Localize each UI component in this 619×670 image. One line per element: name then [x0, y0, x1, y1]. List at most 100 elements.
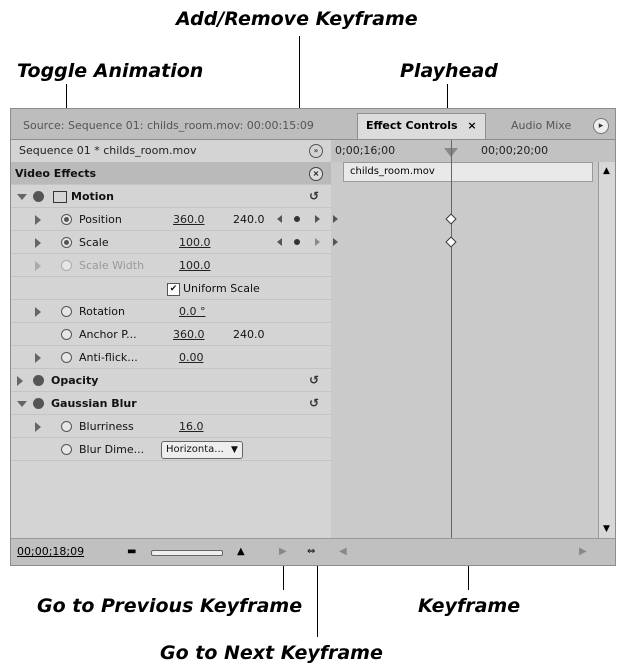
chevron-right-icon[interactable]	[35, 307, 41, 317]
chevron-right-icon[interactable]	[35, 215, 41, 225]
blurriness-label: Blurriness	[79, 420, 134, 433]
anchor-point-label: Anchor P...	[79, 328, 137, 341]
reset-icon[interactable]: ↺	[309, 397, 321, 409]
chevron-right-icon[interactable]	[35, 422, 41, 432]
scale-label: Scale	[79, 236, 109, 249]
blur-dimensions-value: Horizonta...	[166, 444, 224, 455]
clip-bar: childs_room.mov	[343, 162, 593, 182]
chevron-down-icon[interactable]	[17, 401, 27, 407]
blurriness-row: Blurriness 16.0	[11, 415, 331, 438]
add-remove-keyframe-icon[interactable]	[294, 239, 300, 245]
zoom-slider[interactable]	[151, 550, 223, 556]
ruler-start-time: 0;00;16;00	[335, 144, 396, 157]
scroll-left-icon[interactable]: ◀	[339, 539, 347, 565]
in-point-icon	[333, 215, 338, 223]
video-effects-label: Video Effects	[15, 167, 97, 180]
callout-go-next-keyframe: Go to Next Keyframe	[160, 642, 383, 664]
show-hide-timeline-icon[interactable]: »	[309, 144, 323, 158]
timecode-display[interactable]: 00;00;18;09	[17, 539, 84, 565]
fx-toggle-icon[interactable]	[33, 398, 44, 409]
scale-width-value: 100.0	[179, 259, 211, 272]
sequence-label: Sequence 01 * childs_room.mov	[19, 144, 197, 157]
scroll-up-icon[interactable]: ▲	[603, 166, 610, 176]
blur-dimensions-row: Blur Dime... Horizonta... ▼	[11, 438, 331, 461]
position-x-value[interactable]: 360.0	[173, 208, 205, 231]
tab-source[interactable]: Source: Sequence 01: childs_room.mov: 00…	[23, 115, 314, 137]
gaussian-blur-label: Gaussian Blur	[51, 397, 137, 410]
tab-audio-mixer[interactable]: Audio Mixe	[511, 115, 571, 137]
rotation-value[interactable]: 0.0 °	[179, 300, 206, 323]
chevron-right-icon[interactable]	[35, 353, 41, 363]
chevron-right-icon[interactable]	[35, 238, 41, 248]
stopwatch-icon[interactable]	[61, 237, 72, 248]
stopwatch-icon	[61, 260, 72, 271]
motion-row[interactable]: Motion ↺	[11, 185, 331, 208]
callout-toggle-animation: Toggle Animation	[17, 60, 204, 82]
blurriness-value[interactable]: 16.0	[179, 415, 204, 438]
anchor-y-value[interactable]: 240.0	[233, 323, 265, 346]
zoom-out-icon[interactable]: ▬	[127, 539, 136, 565]
tab-effect-controls-label: Effect Controls	[366, 119, 458, 132]
opacity-row[interactable]: Opacity ↺	[11, 369, 331, 392]
uniform-scale-row: ✔ Uniform Scale	[11, 277, 331, 300]
keyframe-icon[interactable]	[445, 213, 457, 225]
scale-value[interactable]: 100.0	[179, 231, 211, 254]
time-ruler[interactable]: 0;00;16;00 00;00;20;00	[331, 140, 615, 162]
reset-icon[interactable]: ↺	[309, 190, 321, 202]
keyframe-icon[interactable]	[445, 236, 457, 248]
in-point-icon	[333, 238, 338, 246]
stopwatch-icon[interactable]	[61, 306, 72, 317]
chevron-right-icon[interactable]	[17, 376, 23, 386]
panel-menu-icon[interactable]: ▸	[593, 118, 609, 134]
clip-name: childs_room.mov	[350, 166, 435, 177]
effect-controls-panel: Source: Sequence 01: childs_room.mov: 00…	[10, 108, 616, 566]
fx-toggle-icon[interactable]	[33, 191, 44, 202]
tab-bar: Source: Sequence 01: childs_room.mov: 00…	[11, 109, 615, 140]
go-next-keyframe-icon[interactable]	[315, 238, 320, 246]
go-next-keyframe-icon[interactable]	[315, 215, 320, 223]
go-prev-keyframe-icon[interactable]	[277, 238, 282, 246]
anchor-point-row: Anchor P... 360.0 240.0	[11, 323, 331, 346]
reset-icon[interactable]: ↺	[309, 374, 321, 386]
scroll-down-icon[interactable]: ▼	[603, 524, 610, 534]
effects-menu-icon[interactable]: ×	[309, 167, 323, 181]
motion-transform-icon	[53, 191, 67, 203]
chevron-down-icon[interactable]	[17, 194, 27, 200]
anti-flicker-label: Anti-flick...	[79, 351, 138, 364]
motion-label: Motion	[71, 190, 114, 203]
gaussian-blur-row[interactable]: Gaussian Blur ↺	[11, 392, 331, 415]
fx-toggle-icon[interactable]	[33, 375, 44, 386]
tab-effect-controls[interactable]: Effect Controls ×	[357, 113, 486, 139]
add-remove-keyframe-icon[interactable]	[294, 216, 300, 222]
stopwatch-icon[interactable]	[61, 421, 72, 432]
anchor-x-value[interactable]: 360.0	[173, 323, 205, 346]
scroll-right-icon[interactable]: ▶	[579, 539, 587, 565]
loop-audio-icon[interactable]: ⇔	[307, 539, 315, 565]
blur-dimensions-label: Blur Dime...	[79, 443, 145, 456]
rotation-row: Rotation 0.0 °	[11, 300, 331, 323]
position-label: Position	[79, 213, 122, 226]
blur-dimensions-dropdown[interactable]: Horizonta... ▼	[161, 441, 243, 459]
uniform-scale-checkbox[interactable]: ✔ Uniform Scale	[167, 277, 260, 300]
stopwatch-icon[interactable]	[61, 352, 72, 363]
callout-playhead: Playhead	[400, 60, 498, 82]
stopwatch-icon[interactable]	[61, 444, 72, 455]
play-audio-icon[interactable]: ▶	[279, 539, 287, 565]
position-y-value[interactable]: 240.0	[233, 208, 265, 231]
anti-flicker-value[interactable]: 0.00	[179, 346, 204, 369]
stopwatch-icon[interactable]	[61, 214, 72, 225]
anti-flicker-row: Anti-flick... 0.00	[11, 346, 331, 369]
chevron-down-icon: ▼	[231, 445, 238, 455]
zoom-in-icon[interactable]: ▲	[237, 539, 245, 565]
playhead-line[interactable]	[451, 140, 452, 540]
opacity-label: Opacity	[51, 374, 99, 387]
stopwatch-icon[interactable]	[61, 329, 72, 340]
scale-width-row: Scale Width 100.0	[11, 254, 331, 277]
scale-width-label: Scale Width	[79, 259, 145, 272]
go-prev-keyframe-icon[interactable]	[277, 215, 282, 223]
effects-list: Sequence 01 * childs_room.mov » Video Ef…	[11, 140, 331, 540]
close-icon[interactable]: ×	[467, 119, 476, 132]
chevron-right-icon[interactable]	[35, 261, 41, 271]
vertical-scrollbar[interactable]: ▲ ▼	[598, 162, 615, 540]
sequence-label-row: Sequence 01 * childs_room.mov »	[11, 140, 331, 162]
